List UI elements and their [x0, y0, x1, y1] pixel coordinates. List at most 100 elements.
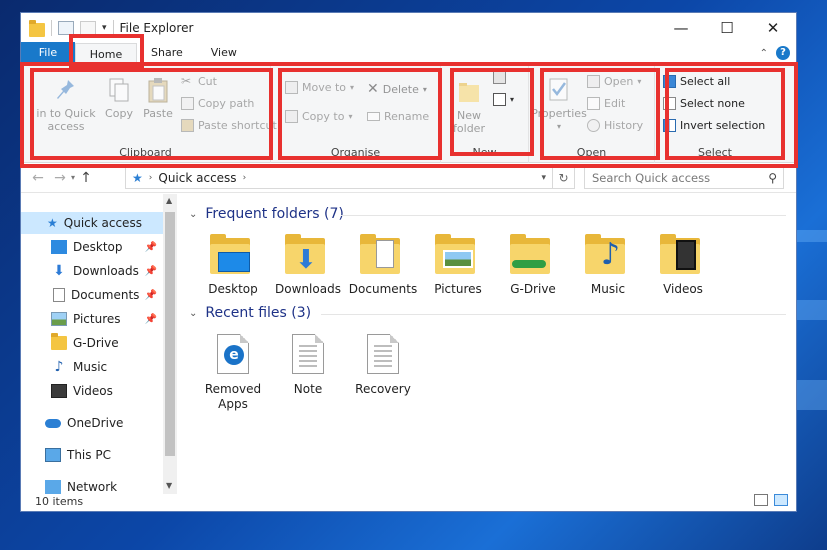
sidebar-item-music[interactable]: ♪ Music: [21, 356, 163, 378]
scrollbar-thumb[interactable]: [165, 212, 175, 456]
sidebar-item-gdrive[interactable]: G-Drive: [21, 332, 163, 354]
scroll-down-icon[interactable]: ▼: [166, 481, 172, 490]
clipboard-group: in to Quick access Copy Paste ✂ Cut Copy…: [21, 65, 277, 163]
forward-arrow-icon[interactable]: →: [49, 170, 71, 186]
new-folder-button[interactable]: New folder: [447, 79, 491, 135]
delete-button[interactable]: ✕ Delete ▾: [367, 81, 427, 97]
frequent-folders-header[interactable]: ⌄ Frequent folders (7): [189, 206, 344, 222]
paste-shortcut-icon: [181, 119, 194, 132]
address-bar[interactable]: ★ › Quick access › ▾: [125, 167, 553, 189]
help-icon[interactable]: ?: [776, 46, 790, 60]
navigation-scrollbar[interactable]: ▲ ▼: [163, 194, 177, 494]
recent-files-header[interactable]: ⌄ Recent files (3): [189, 305, 311, 321]
sidebar-item-onedrive[interactable]: OneDrive: [21, 412, 163, 434]
select-none-button[interactable]: Select none: [663, 97, 745, 110]
folder-label: Desktop: [208, 282, 258, 296]
new-item-button[interactable]: [493, 71, 506, 84]
select-all-label: Select all: [680, 75, 731, 88]
copy-path-icon: [181, 97, 194, 110]
star-icon: ★: [47, 216, 58, 230]
move-to-button[interactable]: Move to ▾: [285, 81, 354, 94]
easy-access-button[interactable]: ▾: [493, 93, 514, 106]
copy-to-button[interactable]: Copy to ▾: [285, 110, 352, 123]
close-button[interactable]: ✕: [750, 13, 796, 43]
chevron-down-icon[interactable]: ⌄: [189, 209, 197, 220]
pin-icon[interactable]: 📌: [145, 290, 157, 301]
folder-tile-videos[interactable]: Videos: [647, 234, 719, 297]
file-explorer-icon: [29, 19, 45, 37]
file-tile-recovery[interactable]: Recovery: [347, 334, 419, 397]
history-button[interactable]: History: [587, 119, 643, 132]
content-pane: ⌄ Frequent folders (7) Desktop ⬇ Downloa…: [181, 194, 796, 494]
gdrive-icon: [51, 333, 67, 350]
folder-tile-pictures[interactable]: Pictures: [422, 234, 494, 297]
sidebar-item-quick-access[interactable]: ★ Quick access: [21, 212, 163, 234]
cut-button[interactable]: ✂ Cut: [181, 75, 217, 89]
paste-label: Paste: [143, 107, 173, 120]
properties-icon[interactable]: [58, 21, 74, 35]
pin-to-quick-access-button[interactable]: in to Quick access: [33, 77, 99, 133]
pin-icon[interactable]: 📌: [145, 266, 157, 277]
recent-files-title: Recent files (3): [205, 305, 312, 321]
properties-button[interactable]: Properties ▾: [531, 77, 587, 133]
scroll-up-icon[interactable]: ▲: [166, 196, 172, 205]
large-icons-view-icon[interactable]: [774, 494, 788, 506]
tab-view[interactable]: View: [197, 42, 251, 64]
up-arrow-icon[interactable]: ↑: [75, 170, 97, 186]
computer-icon: [45, 448, 61, 462]
open-group: Properties ▾ Open ▾ Edit History Open: [529, 65, 655, 163]
folder-tile-documents[interactable]: Documents: [347, 234, 419, 297]
sidebar-item-desktop[interactable]: Desktop 📌: [21, 236, 163, 258]
copy-icon: [109, 78, 129, 102]
music-icon: ♪: [54, 359, 64, 375]
rename-button[interactable]: Rename: [367, 110, 429, 123]
folder-tile-music[interactable]: ♪ Music: [572, 234, 644, 297]
maximize-button[interactable]: ☐: [704, 13, 750, 43]
folder-tile-downloads[interactable]: ⬇ Downloads: [272, 234, 344, 297]
copy-button[interactable]: Copy: [101, 77, 137, 120]
details-view-icon[interactable]: [754, 494, 768, 506]
tab-share[interactable]: Share: [137, 42, 197, 64]
properties-dropdown-icon: ▾: [556, 122, 561, 131]
pin-icon[interactable]: 📌: [145, 314, 157, 325]
new-folder-icon[interactable]: [80, 21, 96, 35]
chevron-down-icon[interactable]: ⌄: [189, 308, 197, 319]
pin-icon: [57, 80, 74, 99]
sidebar-item-documents[interactable]: Documents 📌: [21, 284, 163, 306]
open-group-label: Open: [576, 146, 607, 159]
tab-file[interactable]: File: [21, 42, 75, 64]
copy-path-label: Copy path: [198, 97, 255, 110]
sidebar-item-downloads[interactable]: ⬇ Downloads 📌: [21, 260, 163, 282]
organise-group: Move to ▾ Copy to ▾ ✕ Delete ▾ Rename Or…: [271, 65, 441, 163]
back-arrow-icon[interactable]: ←: [27, 170, 49, 186]
pin-icon[interactable]: 📌: [145, 242, 157, 253]
breadcrumb-quick-access[interactable]: Quick access: [158, 171, 236, 185]
select-group: Select all Select none Invert selection …: [655, 65, 775, 163]
file-tile-removed-apps[interactable]: e Removed Apps: [197, 334, 269, 412]
refresh-button[interactable]: ↻: [553, 167, 575, 189]
sidebar-item-videos[interactable]: Videos: [21, 380, 163, 402]
copy-to-label: Copy to: [302, 110, 345, 123]
file-tile-note[interactable]: Note: [272, 334, 344, 397]
copy-path-button[interactable]: Copy path: [181, 97, 254, 110]
folder-tile-desktop[interactable]: Desktop: [197, 234, 269, 297]
select-all-button[interactable]: Select all: [663, 75, 730, 88]
invert-selection-button[interactable]: Invert selection: [663, 119, 765, 132]
customize-toolbar-icon[interactable]: ▾: [102, 23, 107, 33]
folder-label: Documents: [348, 282, 418, 296]
minimize-button[interactable]: —: [658, 13, 704, 43]
edit-button[interactable]: Edit: [587, 97, 625, 110]
sidebar-item-pictures[interactable]: Pictures 📌: [21, 308, 163, 330]
search-input[interactable]: Search Quick access ⚲: [584, 167, 784, 189]
address-dropdown-icon[interactable]: ▾: [541, 173, 546, 183]
open-button[interactable]: Open ▾: [587, 75, 641, 88]
paste-shortcut-button[interactable]: Paste shortcut: [181, 119, 277, 132]
window-title: File Explorer: [119, 21, 194, 35]
item-count: 10 items: [35, 494, 84, 508]
paste-button[interactable]: Paste: [139, 77, 177, 120]
collapse-ribbon-icon[interactable]: ⌃: [760, 48, 768, 59]
folder-tile-gdrive[interactable]: G-Drive: [497, 234, 569, 297]
sidebar-item-this-pc[interactable]: This PC: [21, 444, 163, 466]
tab-home[interactable]: Home: [75, 43, 137, 65]
select-all-icon: [663, 75, 676, 88]
